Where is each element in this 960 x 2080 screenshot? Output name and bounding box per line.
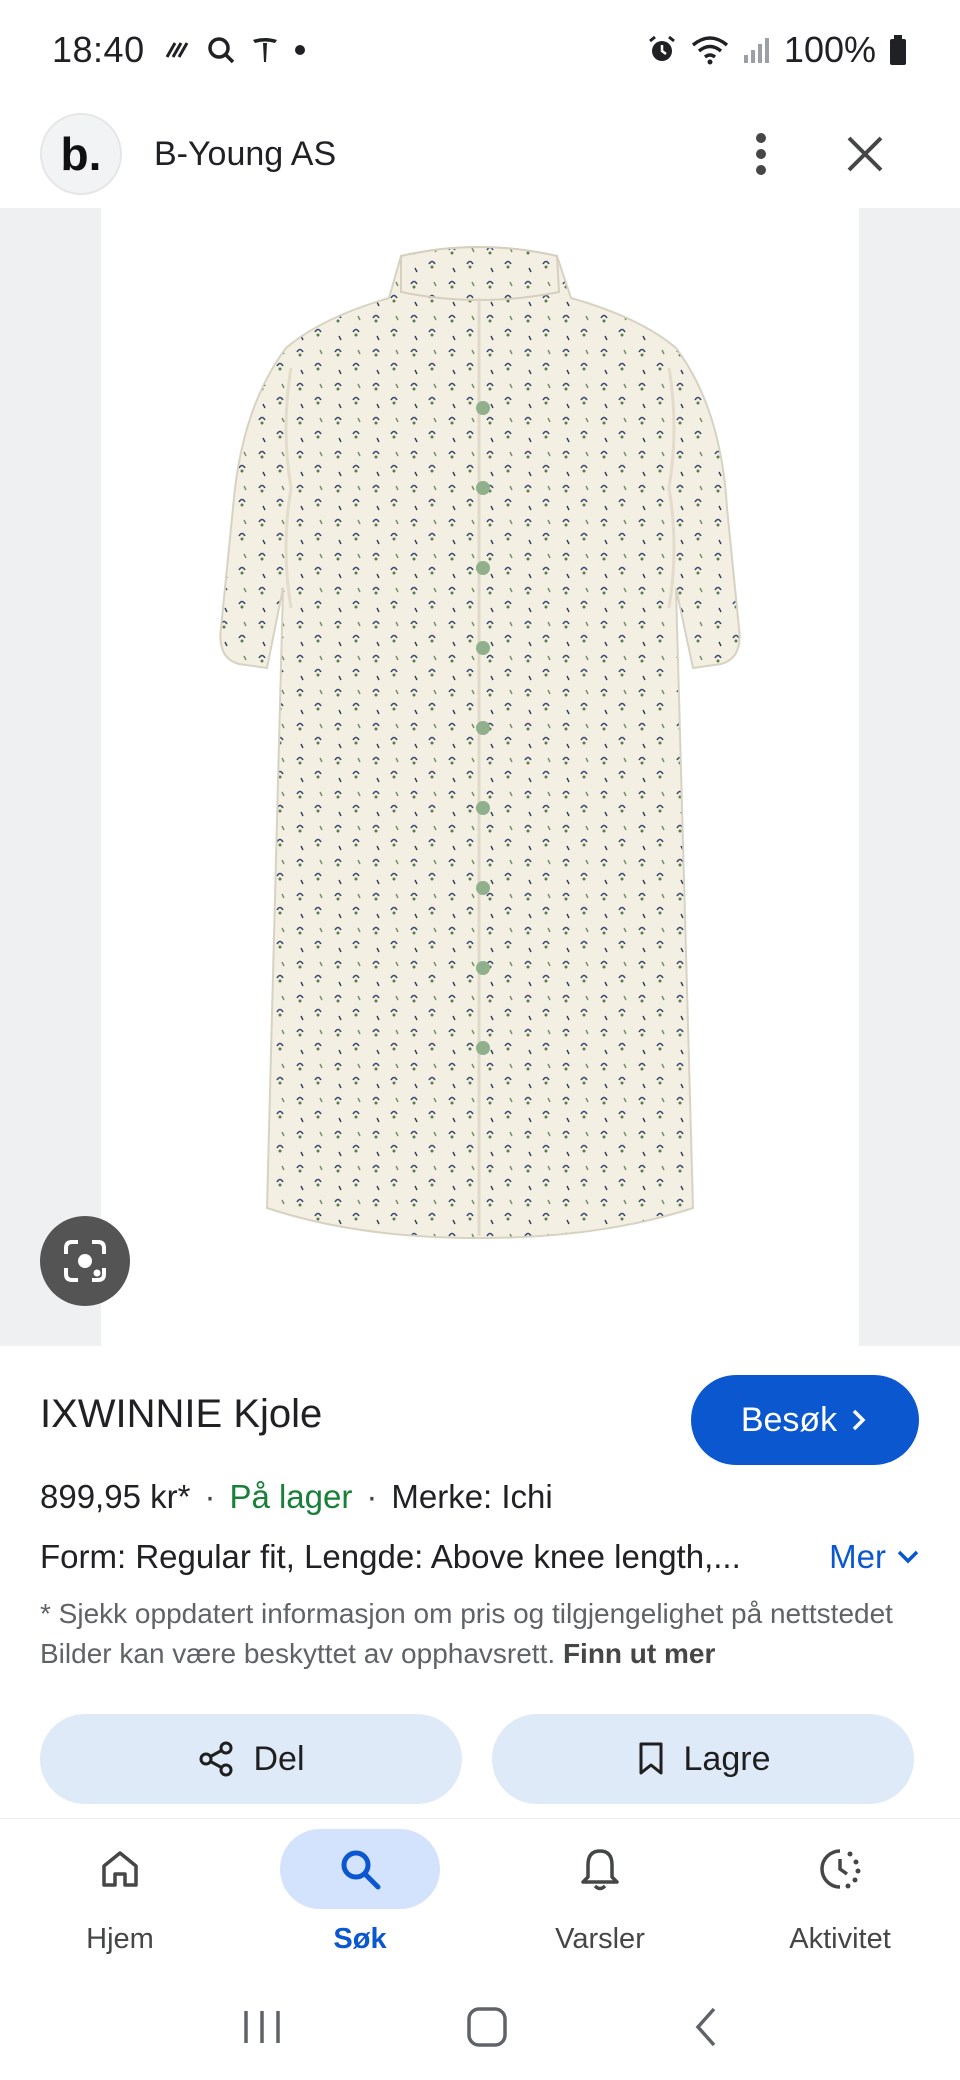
nav-notifications-label: Varsler [555, 1923, 645, 1955]
more-label: Mer [829, 1538, 886, 1575]
home-system-icon [467, 2006, 507, 2047]
visit-label: Besøk [740, 1400, 838, 1439]
more-button[interactable]: Mer [829, 1538, 920, 1576]
recents-button[interactable] [240, 2007, 284, 2052]
battery-icon [890, 35, 906, 65]
chevron-right-icon [852, 1409, 866, 1431]
save-label: Lagre [683, 1739, 771, 1778]
site-logo[interactable]: b. [40, 113, 122, 195]
product-description: Form: Regular fit, Lengde: Above knee le… [40, 1538, 741, 1575]
bell-icon [581, 1849, 619, 1891]
save-button[interactable]: Lagre [492, 1714, 914, 1804]
back-icon [695, 2007, 715, 2046]
battery-percent: 100% [783, 29, 876, 70]
product-description-row: Form: Regular fit, Lengde: Above knee le… [40, 1538, 920, 1576]
lens-icon [64, 1240, 106, 1282]
notification-dot-icon [294, 45, 305, 55]
learn-more-link[interactable]: Finn ut mer [563, 1638, 715, 1669]
chevron-down-icon [897, 1550, 919, 1564]
data-saver-icon [165, 42, 188, 58]
product-price: 899,95 kr* [40, 1478, 191, 1515]
availability: På lager [229, 1478, 353, 1515]
system-navigation [0, 1978, 960, 2080]
nav-notifications[interactable]: Varsler [480, 1819, 720, 1978]
bookmark-icon [639, 1742, 663, 1775]
home-system-button[interactable] [465, 2005, 509, 2054]
result-header: b. B-Young AS [0, 100, 960, 208]
signal-icon [743, 38, 769, 63]
tesla-icon [252, 38, 277, 62]
product-brand: Merke: Ichi [391, 1478, 553, 1515]
wifi-icon [691, 36, 729, 65]
product-title: IXWINNIE Kjole [40, 1392, 323, 1436]
product-image-panel [101, 208, 859, 1346]
google-lens-button[interactable] [40, 1216, 130, 1306]
product-image-area[interactable] [0, 208, 960, 1346]
nav-activity[interactable]: Aktivitet [720, 1819, 960, 1978]
recents-icon [244, 2010, 281, 2043]
more-options-button[interactable] [736, 129, 786, 179]
share-button[interactable]: Del [40, 1714, 462, 1804]
back-button[interactable] [690, 2005, 720, 2054]
site-name[interactable]: B-Young AS [154, 135, 336, 174]
activity-icon [820, 1849, 861, 1889]
home-icon [102, 1851, 138, 1887]
nav-search[interactable]: Søk [240, 1819, 480, 1978]
visit-button[interactable]: Besøk [691, 1375, 919, 1465]
disclaimer: * Sjekk oppdatert informasjon om pris og… [40, 1594, 920, 1674]
search-icon [341, 1850, 381, 1890]
status-bar: 18:40 100% [0, 0, 960, 100]
nav-activity-label: Aktivitet [789, 1923, 891, 1955]
nav-home-label: Hjem [86, 1923, 154, 1955]
close-icon [847, 136, 883, 172]
search-status-icon [207, 37, 234, 64]
share-label: Del [253, 1739, 305, 1778]
status-time: 18:40 [52, 29, 145, 70]
bottom-navigation: Hjem Søk Varsler Aktivitet [0, 1818, 960, 1978]
dress-image [219, 246, 741, 1240]
close-button[interactable] [840, 129, 890, 179]
share-icon [199, 1741, 233, 1777]
nav-home[interactable]: Hjem [0, 1819, 240, 1978]
product-meta: 899,95 kr* · På lager · Merke: Ichi [40, 1478, 553, 1515]
nav-search-label: Søk [333, 1923, 387, 1955]
disclaimer-text: * Sjekk oppdatert informasjon om pris og… [40, 1598, 893, 1669]
more-vert-icon [756, 133, 766, 175]
alarm-icon [648, 35, 675, 61]
